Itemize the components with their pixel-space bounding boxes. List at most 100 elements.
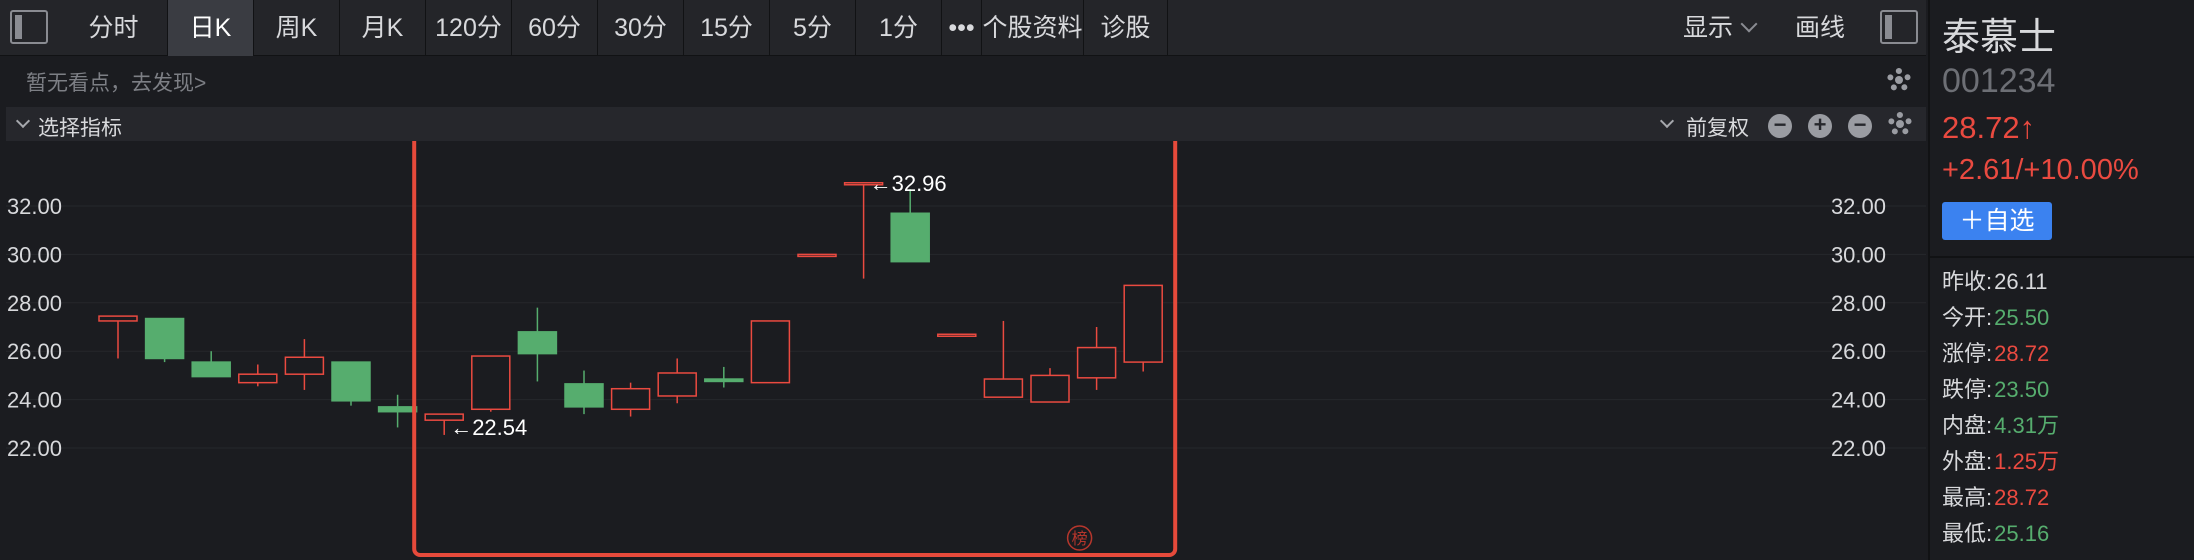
stat-label: 跌停:	[1942, 377, 1993, 402]
gear-icon[interactable]	[1887, 68, 1911, 92]
quote-panel: 泰慕士 001234 28.72↑ +2.61/+10.00% ＋自选 昨收:2…	[1928, 0, 2194, 560]
candle-body	[377, 406, 418, 413]
candle-body	[98, 315, 138, 322]
stat-row: 外盘:1.25万	[1942, 444, 2059, 480]
stat-value: 1.25万	[1994, 449, 2059, 474]
divider	[1930, 256, 2194, 258]
tab-2[interactable]: 周K	[254, 0, 340, 56]
price-adjust-button[interactable]: 前复权	[1686, 112, 1749, 142]
candle-body	[1030, 374, 1070, 403]
stock-code: 001234	[1942, 62, 2056, 100]
kline-chart-svg: 32.00 32.00 30.00 30.00 28.00 28.00 26.00 26.00…	[6, 141, 1926, 557]
tab-1[interactable]: 日K	[168, 0, 254, 56]
stat-value: 23.50	[1994, 377, 2050, 402]
candle	[1030, 368, 1070, 403]
candle	[610, 382, 651, 417]
tab-12[interactable]: 诊股	[1084, 0, 1168, 56]
chevron-down-icon	[15, 113, 31, 129]
sidebar-toggle-icon[interactable]	[10, 10, 48, 44]
candle	[937, 333, 977, 338]
candle	[564, 370, 604, 415]
chart-toolbar: 分时 日K 周K 月K 120分 60分 30分 15分 5分 1分 ••• 个股资料 诊股 显示 画线	[0, 0, 1926, 56]
period-tabs: 分时 日K 周K 月K 120分 60分 30分 15分 5分 1分 ••• 个股资料 诊股	[60, 0, 1168, 56]
candle	[98, 315, 138, 359]
y-tick-label-left: 28.00	[7, 291, 62, 316]
tab-9[interactable]: 1分	[856, 0, 942, 56]
candle-body	[797, 253, 837, 258]
chevron-down-icon	[1740, 15, 1758, 33]
candle	[843, 182, 884, 279]
select-indicator-button[interactable]: 选择指标	[38, 112, 122, 142]
candle-body	[284, 356, 325, 375]
candle-body	[331, 361, 371, 402]
candle-body	[983, 378, 1024, 398]
candle-body	[1076, 346, 1117, 379]
tab-0[interactable]: 分时	[60, 0, 168, 56]
stat-row: 跌停:23.50	[1942, 372, 2059, 408]
display-menu-button[interactable]: 显示	[1683, 0, 1758, 56]
candle	[1076, 327, 1117, 390]
minus-circle-icon[interactable]: −	[1768, 114, 1792, 138]
panel-toggle-icon[interactable]	[1880, 10, 1918, 44]
candle-body	[704, 378, 744, 383]
y-tick-label-right: 22.00	[1831, 436, 1886, 461]
kline-chart[interactable]: 32.00 32.00 30.00 30.00 28.00 28.00 26.00 26.00…	[6, 141, 1926, 560]
stat-row: 最低:25.16	[1942, 516, 2059, 552]
candle-body	[610, 387, 651, 411]
stat-row: 今开:25.50	[1942, 300, 2059, 336]
y-tick-label-right: 24.00	[1831, 388, 1886, 413]
tab-5[interactable]: 60分	[512, 0, 598, 56]
tab-10[interactable]: •••	[942, 0, 982, 56]
candle	[750, 320, 791, 384]
stat-row: 涨停:28.72	[1942, 336, 2059, 372]
chevron-down-icon	[1659, 113, 1675, 129]
gear-icon[interactable]	[1888, 112, 1912, 136]
stat-label: 最高:	[1942, 485, 1993, 510]
quote-stats: 昨收:26.11 今开:25.50 涨停:28.72 跌停:23.50 内盘:4.31万…	[1942, 264, 2059, 552]
add-watchlist-button[interactable]: ＋自选	[1942, 202, 2052, 240]
candle-body	[657, 372, 697, 397]
candle	[517, 307, 558, 382]
tab-3[interactable]: 月K	[340, 0, 426, 56]
stat-label: 最低:	[1942, 521, 1993, 546]
candle-body	[750, 320, 791, 384]
stat-label: 今开:	[1942, 305, 1993, 330]
stat-label: 涨停:	[1942, 341, 1993, 366]
y-tick-label-left: 22.00	[7, 436, 62, 461]
stock-change: +2.61/+10.00%	[1942, 154, 2139, 186]
stat-row: 昨收:26.11	[1942, 264, 2059, 300]
candle-body	[517, 331, 558, 355]
candle	[704, 366, 744, 388]
candle-body	[238, 373, 278, 384]
plus-circle-icon[interactable]: +	[1808, 114, 1832, 138]
ranking-badge-text: 榜	[1072, 529, 1088, 548]
y-tick-label-left: 32.00	[7, 194, 62, 219]
stat-row: 内盘:4.31万	[1942, 408, 2059, 444]
draw-line-button[interactable]: 画线	[1795, 0, 1845, 56]
tab-7[interactable]: 15分	[684, 0, 770, 56]
price-annotation: ←32.96	[870, 171, 947, 196]
stock-name: 泰慕士	[1942, 17, 2057, 59]
candle-body	[1123, 284, 1163, 363]
tab-11[interactable]: 个股资料	[982, 0, 1084, 56]
candle	[191, 351, 231, 378]
candle	[1123, 284, 1163, 372]
stat-value: 28.72	[1994, 485, 2050, 510]
y-tick-label-right: 26.00	[1831, 339, 1886, 364]
display-label: 显示	[1683, 14, 1734, 42]
candle-body	[144, 317, 185, 360]
stat-row: 最高:28.72	[1942, 480, 2059, 516]
candle	[331, 361, 371, 406]
stock-price: 28.72↑	[1942, 110, 2036, 145]
tab-6[interactable]: 30分	[598, 0, 684, 56]
stat-label: 外盘:	[1942, 449, 1993, 474]
tab-4[interactable]: 120分	[426, 0, 512, 56]
candle-body	[191, 361, 231, 378]
candle	[471, 355, 511, 412]
stat-value: 4.31万	[1994, 413, 2059, 438]
viewpoint-link[interactable]: 暂无看点，去发现>	[26, 67, 206, 97]
stat-value: 28.72	[1994, 341, 2050, 366]
tab-8[interactable]: 5分	[770, 0, 856, 56]
zoom-out-icon[interactable]: −	[1848, 114, 1872, 138]
candle-body	[564, 383, 604, 408]
